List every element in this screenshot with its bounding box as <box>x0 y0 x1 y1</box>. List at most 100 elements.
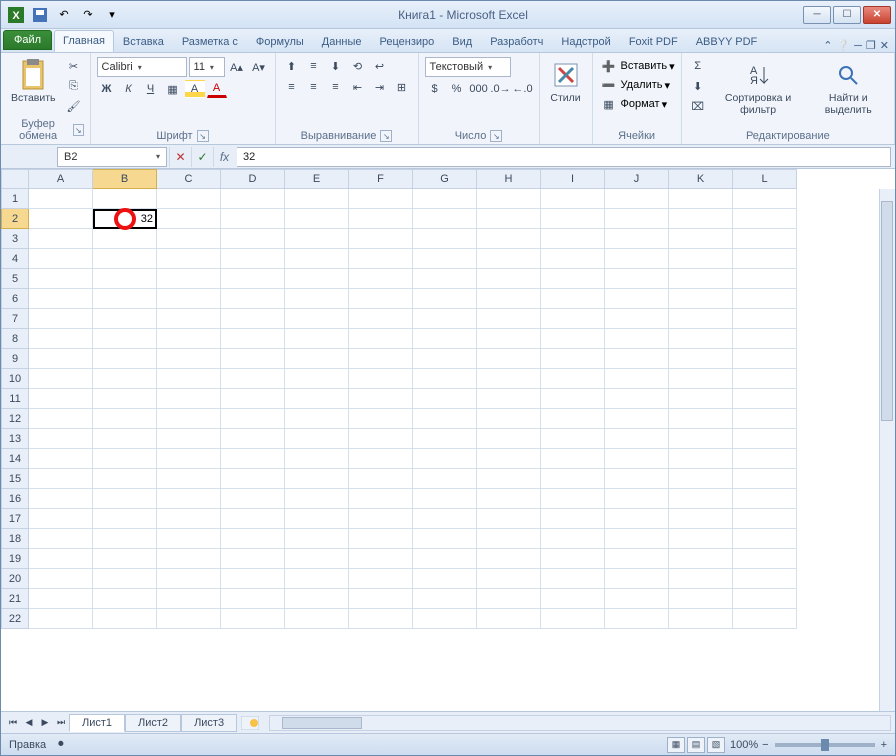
cell[interactable] <box>605 209 669 229</box>
delete-cells-button[interactable]: ➖Удалить▾ <box>599 76 671 94</box>
cell[interactable] <box>733 289 797 309</box>
cell[interactable] <box>605 429 669 449</box>
tab-home[interactable]: Главная <box>54 30 114 52</box>
cell[interactable] <box>285 569 349 589</box>
cell[interactable] <box>29 389 93 409</box>
number-format-combo[interactable]: Текстовый▾ <box>425 57 511 77</box>
cell[interactable] <box>349 569 413 589</box>
cell[interactable] <box>221 509 285 529</box>
cell[interactable] <box>413 329 477 349</box>
cell[interactable] <box>93 489 157 509</box>
page-layout-view-icon[interactable]: ▤ <box>687 737 705 753</box>
cell[interactable] <box>733 189 797 209</box>
cell[interactable] <box>733 209 797 229</box>
vertical-scrollbar[interactable] <box>879 189 895 711</box>
ribbon-minimize-icon[interactable]: ⌃ <box>823 39 832 52</box>
cell[interactable] <box>477 409 541 429</box>
cell[interactable] <box>541 389 605 409</box>
cell[interactable] <box>669 229 733 249</box>
cell[interactable] <box>413 269 477 289</box>
cell[interactable] <box>413 529 477 549</box>
cell[interactable] <box>605 549 669 569</box>
cell[interactable] <box>349 489 413 509</box>
row-header[interactable]: 2 <box>1 209 29 229</box>
font-launcher-icon[interactable]: ↘ <box>197 130 209 142</box>
cell[interactable] <box>733 349 797 369</box>
cell[interactable] <box>29 349 93 369</box>
cell[interactable] <box>413 449 477 469</box>
cell[interactable] <box>93 409 157 429</box>
cell[interactable] <box>669 449 733 469</box>
cell[interactable] <box>477 189 541 209</box>
doc-restore-icon[interactable]: ❐ <box>866 39 876 52</box>
row-header[interactable]: 22 <box>1 609 29 629</box>
cell[interactable] <box>605 229 669 249</box>
cell[interactable] <box>93 329 157 349</box>
cell[interactable] <box>605 329 669 349</box>
macro-record-icon[interactable]: ⏺ <box>58 738 64 751</box>
new-sheet-button[interactable] <box>239 714 261 732</box>
cell[interactable] <box>733 609 797 629</box>
cell[interactable] <box>349 329 413 349</box>
cell[interactable] <box>93 449 157 469</box>
cell[interactable] <box>221 489 285 509</box>
tab-review[interactable]: Рецензиро <box>371 31 444 52</box>
cell[interactable] <box>93 289 157 309</box>
cell[interactable] <box>733 369 797 389</box>
cell[interactable] <box>477 209 541 229</box>
cell[interactable] <box>157 509 221 529</box>
cell[interactable] <box>669 309 733 329</box>
row-header[interactable]: 12 <box>1 409 29 429</box>
cell[interactable] <box>157 389 221 409</box>
cell[interactable] <box>29 309 93 329</box>
cell[interactable] <box>413 249 477 269</box>
column-header[interactable]: G <box>413 169 477 189</box>
cell[interactable] <box>541 469 605 489</box>
cell[interactable] <box>605 589 669 609</box>
fill-color-icon[interactable]: A <box>185 80 205 98</box>
cell[interactable] <box>285 229 349 249</box>
fill-icon[interactable]: ⬇ <box>688 77 708 95</box>
cell[interactable] <box>477 309 541 329</box>
cell[interactable] <box>605 249 669 269</box>
cell[interactable] <box>93 589 157 609</box>
page-break-view-icon[interactable]: ▧ <box>707 737 725 753</box>
cell[interactable] <box>541 229 605 249</box>
cell[interactable] <box>477 289 541 309</box>
sheet-tab-1[interactable]: Лист1 <box>69 714 125 732</box>
cell[interactable] <box>221 329 285 349</box>
align-bottom-icon[interactable]: ⬇ <box>326 57 346 75</box>
cell[interactable] <box>29 229 93 249</box>
cell[interactable] <box>29 549 93 569</box>
cell[interactable] <box>733 269 797 289</box>
doc-close-icon[interactable]: ✕ <box>880 39 889 52</box>
cut-icon[interactable]: ✂ <box>64 57 84 75</box>
cell[interactable] <box>157 369 221 389</box>
cell[interactable] <box>29 409 93 429</box>
cell[interactable] <box>29 369 93 389</box>
cell[interactable] <box>157 469 221 489</box>
number-launcher-icon[interactable]: ↘ <box>490 130 502 142</box>
row-header[interactable]: 18 <box>1 529 29 549</box>
zoom-slider[interactable] <box>775 743 875 747</box>
row-header[interactable]: 19 <box>1 549 29 569</box>
sheet-nav-last-icon[interactable]: ⏭ <box>53 715 69 731</box>
tab-file[interactable]: Файл <box>3 30 52 50</box>
cell[interactable] <box>349 529 413 549</box>
cell[interactable] <box>669 409 733 429</box>
autosum-icon[interactable]: Σ <box>688 57 708 75</box>
zoom-level[interactable]: 100% <box>730 739 758 751</box>
cell[interactable] <box>285 529 349 549</box>
align-middle-icon[interactable]: ≡ <box>304 57 324 75</box>
tab-abbyy[interactable]: ABBYY PDF <box>687 31 767 52</box>
cell[interactable] <box>669 189 733 209</box>
cell[interactable] <box>413 209 477 229</box>
row-header[interactable]: 10 <box>1 369 29 389</box>
cell[interactable] <box>541 349 605 369</box>
row-header[interactable]: 15 <box>1 469 29 489</box>
cell[interactable] <box>541 189 605 209</box>
indent-increase-icon[interactable]: ⇥ <box>370 78 390 96</box>
cell[interactable] <box>413 549 477 569</box>
sort-filter-button[interactable]: AЯ Сортировка и фильтр <box>712 57 805 118</box>
cell[interactable] <box>541 449 605 469</box>
